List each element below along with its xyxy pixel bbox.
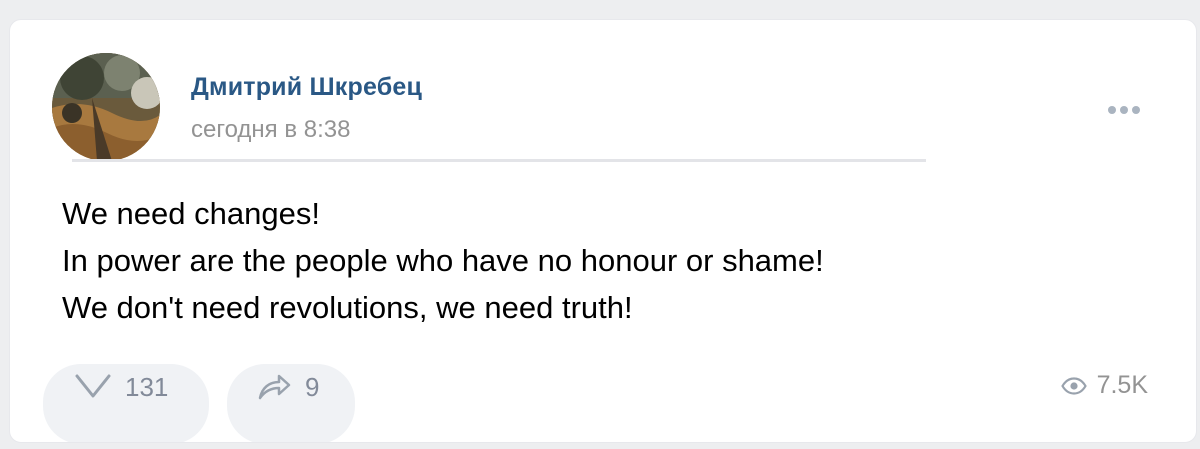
more-options-button[interactable] <box>1104 98 1144 122</box>
eye-icon <box>1060 376 1087 395</box>
post-text-line: In power are the people who have no hono… <box>62 243 824 278</box>
more-dot <box>1132 106 1140 114</box>
views-counter: 7.5K <box>1060 371 1148 400</box>
post-text: We need changes! In power are the people… <box>62 190 1162 331</box>
post-text-line: We need changes! <box>62 196 320 231</box>
author-name-link[interactable]: Дмитрий Шкребец <box>191 73 422 102</box>
share-button[interactable]: 9 <box>227 364 355 442</box>
views-count: 7.5K <box>1096 371 1148 399</box>
avatar[interactable] <box>52 53 160 161</box>
like-count: 131 <box>125 372 169 402</box>
avatar-photo-icon <box>52 53 160 161</box>
heart-icon <box>75 374 111 398</box>
like-button[interactable]: 131 <box>43 364 209 442</box>
post-text-line: We don't need revolutions, we need truth… <box>62 290 633 325</box>
post-timestamp[interactable]: сегодня в 8:38 <box>191 116 350 144</box>
more-dots-icon <box>1108 106 1116 114</box>
share-arrow-icon <box>258 374 291 400</box>
post-card: Дмитрий Шкребец сегодня в 8:38 We need c… <box>9 19 1197 443</box>
more-dot <box>1120 106 1128 114</box>
header-divider <box>72 159 926 162</box>
share-count: 9 <box>305 372 320 402</box>
